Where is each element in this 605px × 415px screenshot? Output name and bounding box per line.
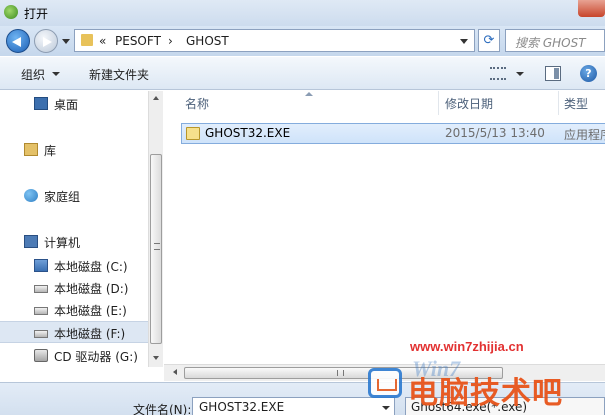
file-modified-date: 2015/5/13 13:40: [445, 126, 545, 140]
drive-icon: [34, 285, 48, 293]
column-header-name[interactable]: 名称: [185, 95, 209, 112]
filename-value: GHOST32.EXE: [199, 400, 285, 414]
nav-item-libraries[interactable]: 库: [0, 139, 148, 161]
nav-item-label: 本地磁盘 (F:): [54, 327, 126, 341]
breadcrumb-separator[interactable]: ›: [168, 34, 173, 48]
breadcrumb-pesoft[interactable]: PESOFT: [115, 34, 161, 48]
file-row-ghost32[interactable]: GHOST32.EXE 2015/5/13 13:40 应用程序: [181, 123, 605, 144]
watermark-badge-icon: [368, 368, 402, 398]
breadcrumb-ghost[interactable]: GHOST: [186, 34, 229, 48]
cd-drive-icon: [34, 349, 48, 362]
forward-button[interactable]: [34, 29, 58, 53]
nav-item-drive-c[interactable]: 本地磁盘 (C:): [0, 255, 148, 277]
back-button[interactable]: [6, 29, 30, 53]
nav-item-drive-d[interactable]: 本地磁盘 (D:): [0, 277, 148, 299]
file-list: 名称 修改日期 类型 GHOST32.EXE 2015/5/13 13:40 应…: [164, 91, 605, 367]
nav-item-drive-e[interactable]: 本地磁盘 (E:): [0, 299, 148, 321]
command-bar: 组织 新建文件夹 ?: [0, 57, 605, 90]
organize-button[interactable]: 组织: [21, 66, 45, 83]
window-title: 打开: [24, 7, 49, 21]
navigation-pane: 桌面 库 家庭组 计算机 本地磁盘 (C:) 本地磁盘 (D:) 本地磁盘 (E…: [0, 91, 163, 367]
grip-icon: [337, 370, 344, 376]
executable-icon: [186, 127, 200, 140]
nav-item-label: CD 驱动器 (G:): [54, 350, 138, 364]
app-icon: [4, 5, 18, 19]
filename-input[interactable]: GHOST32.EXE: [192, 397, 395, 415]
address-bar[interactable]: « PESOFT › GHOST: [74, 29, 475, 52]
computer-icon: [24, 235, 38, 248]
refresh-button[interactable]: ⟳: [478, 29, 500, 52]
watermark-url: www.win7zhijia.cn: [410, 339, 524, 354]
chevron-down-icon[interactable]: [382, 406, 390, 410]
scroll-down-icon[interactable]: [153, 356, 159, 360]
recent-pages-dropdown[interactable]: [62, 39, 70, 44]
scroll-up-icon[interactable]: [153, 96, 159, 100]
new-folder-button[interactable]: 新建文件夹: [89, 66, 149, 83]
file-type: 应用程序: [564, 128, 605, 142]
nav-item-desktop[interactable]: 桌面: [0, 93, 148, 115]
folder-icon: [81, 34, 93, 46]
preview-pane-icon[interactable]: [545, 66, 561, 81]
nav-item-cd-drive[interactable]: CD 驱动器 (G:): [0, 345, 148, 367]
nav-item-label: 计算机: [44, 236, 81, 250]
sort-ascending-icon: [305, 92, 313, 96]
nav-vertical-scrollbar[interactable]: [148, 91, 163, 367]
nav-item-drive-f[interactable]: 本地磁盘 (F:): [0, 321, 148, 343]
column-header-date[interactable]: 修改日期: [445, 95, 493, 112]
nav-item-label: 本地磁盘 (E:): [54, 304, 127, 318]
column-divider[interactable]: [438, 91, 439, 115]
scroll-left-icon[interactable]: [173, 369, 177, 375]
column-header-type[interactable]: 类型: [564, 95, 588, 112]
homegroup-icon: [24, 189, 38, 202]
chevron-down-icon: [52, 72, 60, 76]
view-dropdown[interactable]: [516, 72, 524, 76]
file-name: GHOST32.EXE: [205, 126, 291, 140]
help-button[interactable]: ?: [580, 65, 597, 82]
desktop-icon: [34, 97, 48, 110]
library-icon: [24, 143, 38, 156]
filename-label: 文件名(N):: [133, 403, 192, 415]
nav-item-computer[interactable]: 计算机: [0, 231, 148, 253]
nav-item-label: 本地磁盘 (D:): [54, 282, 129, 296]
nav-item-label: 库: [44, 144, 57, 158]
nav-item-label: 桌面: [54, 98, 79, 112]
search-placeholder: 搜索 GHOST: [515, 36, 586, 50]
nav-item-label: 本地磁盘 (C:): [54, 260, 128, 274]
address-dropdown[interactable]: [460, 39, 468, 44]
watermark-text: 电脑技术吧: [408, 376, 563, 411]
search-input[interactable]: 搜索 GHOST: [505, 29, 605, 52]
scrollbar-thumb[interactable]: [150, 154, 162, 344]
nav-item-homegroup[interactable]: 家庭组: [0, 185, 148, 207]
system-drive-icon: [34, 259, 48, 272]
column-divider[interactable]: [558, 91, 559, 115]
title-bar: 打开: [0, 0, 605, 26]
address-row: « PESOFT › GHOST ⟳ 搜索 GHOST: [0, 26, 605, 56]
grip-icon: [154, 243, 160, 250]
close-button[interactable]: [578, 0, 605, 17]
view-options-icon[interactable]: [490, 67, 506, 80]
nav-item-label: 家庭组: [44, 190, 81, 204]
drive-icon: [34, 330, 48, 338]
breadcrumb-overflow[interactable]: «: [99, 34, 106, 48]
drive-icon: [34, 307, 48, 315]
